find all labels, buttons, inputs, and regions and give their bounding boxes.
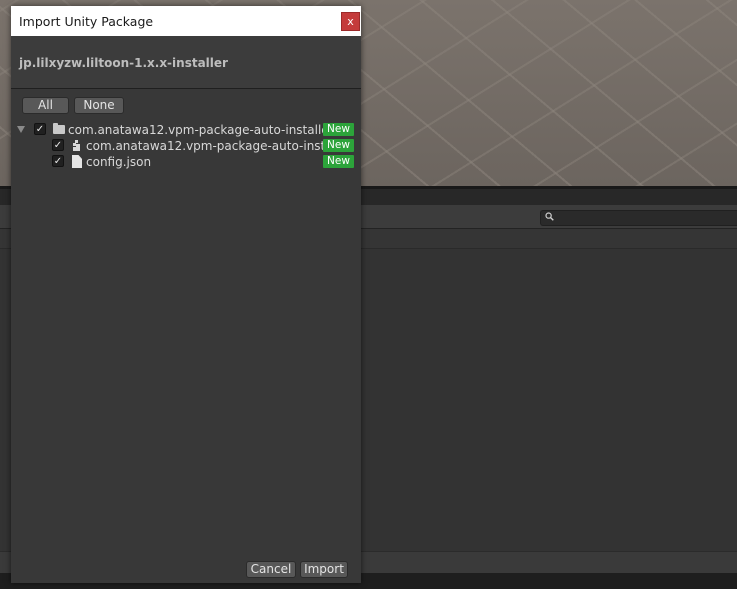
new-badge: New xyxy=(323,123,354,136)
package-name: jp.lilxyzw.liltoon-1.x.x-installer xyxy=(19,56,228,70)
dialog-titlebar[interactable]: Import Unity Package x xyxy=(11,6,361,36)
tree-row-assembly[interactable]: ✓ com.anatawa12.vpm-package-auto-install… xyxy=(11,138,361,154)
file-icon xyxy=(72,155,82,168)
import-package-dialog: Import Unity Package x jp.lilxyzw.liltoo… xyxy=(11,6,361,583)
foldout-arrow-icon[interactable] xyxy=(17,126,25,133)
new-badge: New xyxy=(323,139,354,152)
tree-row-folder[interactable]: ✓ com.anatawa12.vpm-package-auto-install… xyxy=(11,122,361,138)
dialog-header: jp.lilxyzw.liltoon-1.x.x-installer xyxy=(11,36,361,89)
assembly-icon xyxy=(72,140,81,151)
new-badge: New xyxy=(323,155,354,168)
project-search-input[interactable] xyxy=(540,210,737,226)
close-button[interactable]: x xyxy=(341,12,360,31)
search-icon xyxy=(545,212,554,224)
cancel-button[interactable]: Cancel xyxy=(246,561,296,578)
tree-row-file[interactable]: ✓ config.json New xyxy=(11,154,361,170)
dialog-title: Import Unity Package xyxy=(19,14,154,29)
import-button[interactable]: Import xyxy=(300,561,348,578)
item-checkbox[interactable]: ✓ xyxy=(52,139,64,151)
item-checkbox[interactable]: ✓ xyxy=(52,155,64,167)
tree-item-label: com.anatawa12.vpm-package-auto-installer xyxy=(68,123,323,137)
tree-item-label: config.json xyxy=(86,155,152,169)
select-all-button[interactable]: All xyxy=(22,97,69,114)
select-none-button[interactable]: None xyxy=(74,97,124,114)
folder-icon xyxy=(53,123,65,134)
tree-item-label: com.anatawa12.vpm-package-auto-installer xyxy=(86,139,323,153)
item-checkbox[interactable]: ✓ xyxy=(34,123,46,135)
